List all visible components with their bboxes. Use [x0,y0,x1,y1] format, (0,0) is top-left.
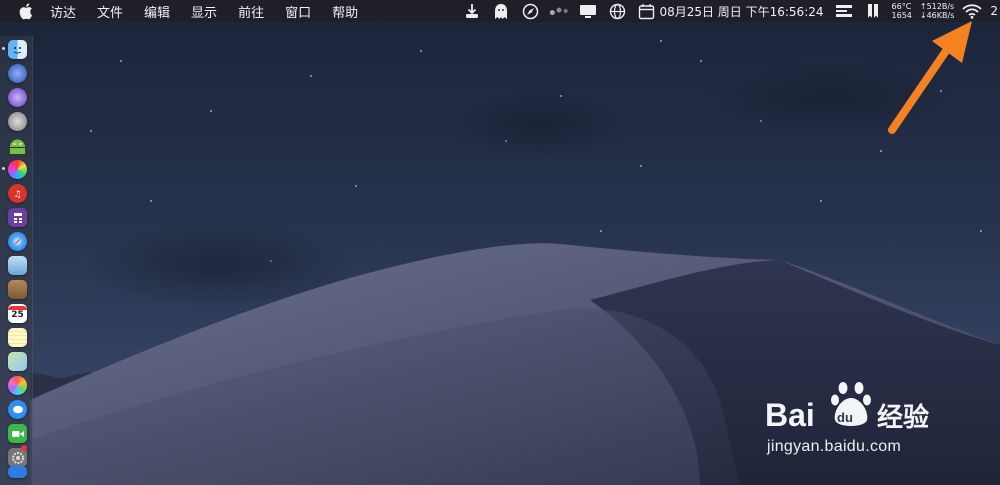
display-icon[interactable] [578,2,598,20]
menu-bars-icon[interactable] [834,2,854,20]
menu-finder[interactable]: 访达 [50,2,76,21]
compass-icon[interactable] [520,2,540,20]
dock-notebook-icon[interactable] [8,280,27,299]
menu-window[interactable]: 窗口 [285,2,311,21]
menu-file[interactable]: 文件 [97,2,123,21]
calendar-day-text: 25 [11,310,24,320]
apple-icon[interactable] [18,2,36,20]
download-icon[interactable] [462,2,482,20]
dock-notes-icon[interactable] [8,328,27,347]
menu-view[interactable]: 显示 [191,2,217,21]
globe-icon[interactable] [607,2,627,20]
svg-text:经验: 经验 [877,402,929,433]
running-indicator [2,47,5,50]
dock-colorsync-icon[interactable] [8,160,27,179]
svg-text:♫: ♫ [13,190,21,199]
dock-calendar-icon[interactable]: 25 [8,304,27,323]
dock-keynote-icon[interactable] [8,466,27,478]
menu-edit[interactable]: 编辑 [144,2,170,21]
dock-facetime-icon[interactable] [8,424,27,443]
svg-text:du: du [837,410,853,425]
menu-go[interactable]: 前往 [238,2,264,21]
calendar-icon[interactable] [636,2,656,20]
temperature-text: 66°C [891,2,912,11]
ghost-icon[interactable] [491,2,511,20]
annotation-arrow-icon [888,21,972,134]
upload-speed-text: ↑512B/s [919,2,955,11]
dock-safari-icon[interactable] [8,232,27,251]
clock-text[interactable]: 08月25日 周日 下午16:56:24 [659,3,823,20]
dock: ♫ 25 [0,36,33,485]
desktop: 访达 文件 编辑 显示 前往 窗口 帮助 08月25日 周日 下午16:56:2… [0,0,1000,485]
dock-photos-icon[interactable] [8,376,27,395]
dock-android-icon[interactable] [8,136,27,155]
dock-rocket-icon[interactable] [8,112,27,131]
dock-messages-icon[interactable] [8,400,27,419]
dock-launchpad-icon[interactable] [8,88,27,107]
svg-text:Bai: Bai [765,397,815,433]
watermark-url: jingyan.baidu.com [767,438,902,455]
dock-siri-icon[interactable] [8,64,27,83]
edge-text: 2 [990,4,998,18]
menu-bar: 访达 文件 编辑 显示 前往 窗口 帮助 08月25日 周日 下午16:56:2… [0,0,1000,22]
running-indicator [2,167,5,170]
dock-finder-icon[interactable] [8,40,27,59]
dock-music-icon[interactable]: ♫ [8,184,27,203]
notification-badge [21,445,27,451]
dock-calculator-icon[interactable] [8,208,27,227]
menu-help[interactable]: 帮助 [332,2,358,21]
dots-icon[interactable] [549,2,569,20]
dock-preview-icon[interactable] [8,256,27,275]
dock-maps-icon[interactable] [8,352,27,371]
